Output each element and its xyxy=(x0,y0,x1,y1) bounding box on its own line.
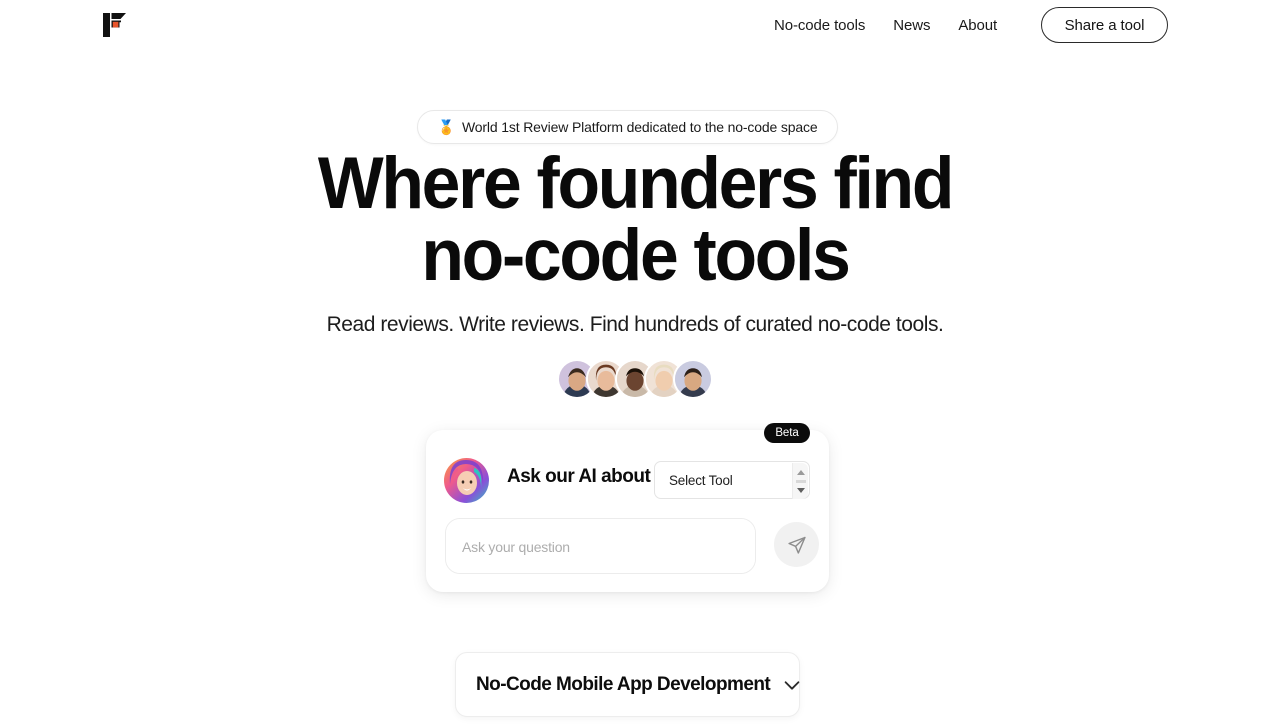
category-card-mobile-app-development[interactable]: No-Code Mobile App Development xyxy=(455,652,800,717)
share-a-tool-button[interactable]: Share a tool xyxy=(1041,7,1168,43)
category-title: No-Code Mobile App Development xyxy=(476,673,771,695)
send-paper-plane-icon xyxy=(787,536,806,554)
main-navigation: No-code tools News About xyxy=(760,0,1011,50)
site-header: No-code tools News About Share a tool xyxy=(0,0,1270,50)
spinner-down-icon[interactable] xyxy=(796,487,805,493)
nav-no-code-tools[interactable]: No-code tools xyxy=(760,17,879,34)
reviewer-avatar-group xyxy=(0,359,1270,399)
page-title: Where founders find no-code tools xyxy=(29,147,1242,297)
platform-badge: 🏅 World 1st Review Platform dedicated to… xyxy=(417,110,838,144)
ask-ai-title: Ask our AI about xyxy=(507,466,651,487)
ai-assistant-avatar xyxy=(444,458,489,503)
logo-icon xyxy=(103,13,126,37)
spinner-divider xyxy=(795,479,806,483)
headline-line-1: Where founders find xyxy=(317,143,955,224)
platform-badge-text: World 1st Review Platform dedicated to t… xyxy=(461,119,818,135)
nav-news[interactable]: News xyxy=(879,17,944,34)
hero-subtitle: Read reviews. Write reviews. Find hundre… xyxy=(326,313,944,336)
send-button[interactable] xyxy=(774,522,819,567)
medal-icon: 🏅 xyxy=(437,119,455,135)
foundersbeta-logo[interactable] xyxy=(101,11,129,39)
ask-ai-card: Beta Ask our AI about Select Tool xyxy=(426,423,829,592)
headline-line-2: no-code tools xyxy=(421,215,850,297)
tool-select-dropdown[interactable]: Select Tool xyxy=(654,461,810,499)
beta-badge: Beta xyxy=(764,423,810,443)
tool-select-spinner[interactable] xyxy=(792,463,808,499)
nav-about[interactable]: About xyxy=(944,17,1011,34)
ask-question-input[interactable] xyxy=(445,518,756,574)
tool-select-value: Select Tool xyxy=(669,472,733,488)
avatar-5 xyxy=(673,359,713,399)
spinner-up-icon[interactable] xyxy=(796,469,805,475)
chevron-down-icon[interactable] xyxy=(781,674,803,696)
